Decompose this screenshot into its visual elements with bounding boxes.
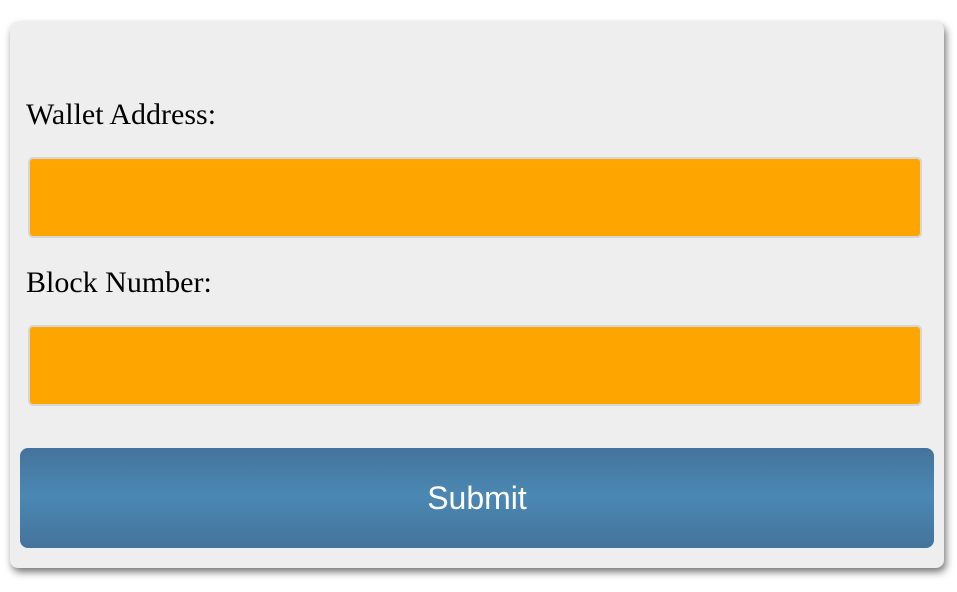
block-number-label: Block Number:: [26, 266, 212, 299]
wallet-address-input[interactable]: [28, 157, 922, 238]
submit-button[interactable]: Submit: [20, 448, 934, 548]
wallet-address-label: Wallet Address:: [26, 98, 217, 131]
form-card: Wallet Address: Block Number: Submit: [10, 22, 944, 568]
block-number-input[interactable]: [28, 325, 922, 406]
